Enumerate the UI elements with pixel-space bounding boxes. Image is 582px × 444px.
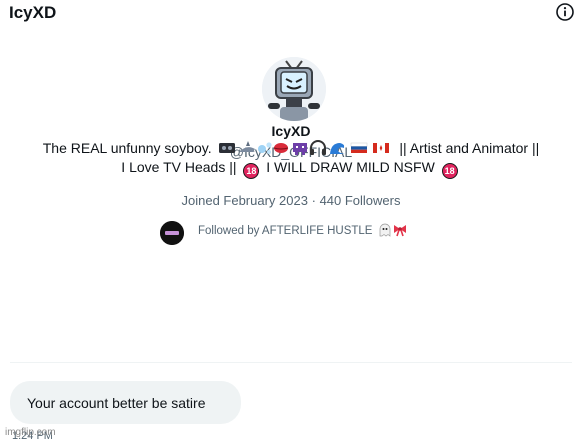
alien-monster-icon: [292, 143, 307, 155]
follower-avatar: [160, 221, 184, 245]
bio-line-2: I Love TV Heads || 18 I WILL DRAW MILD N…: [20, 158, 562, 179]
meta-separator: ·: [311, 193, 316, 208]
canada-flag-icon: [372, 143, 389, 153]
wave-icon: [329, 143, 345, 154]
bio-text: The REAL unfunny soyboy.: [42, 140, 212, 156]
profile-display-name[interactable]: IcyXD: [0, 123, 582, 139]
vhs-tape-icon: [218, 143, 235, 153]
profile-meta: Joined February 2023 · 440 Followers: [0, 193, 582, 208]
russia-flag-icon: [350, 142, 367, 153]
profile-avatar[interactable]: [262, 57, 326, 121]
section-divider: [10, 362, 572, 363]
ghost-icon: [379, 223, 391, 237]
joined-date: Joined February 2023: [181, 193, 308, 208]
conversation-header: IcyXD: [0, 0, 582, 26]
ghost-bow-emoji: [379, 223, 406, 237]
followers-count[interactable]: 440 Followers: [320, 193, 401, 208]
bio-text: I Love TV Heads ||: [121, 159, 237, 175]
shark-icon: [238, 141, 255, 152]
imgflip-watermark: imgflip.com: [5, 427, 56, 438]
info-circle-icon[interactable]: [555, 2, 575, 22]
message-bubble[interactable]: Your account better be satire: [10, 381, 241, 424]
followed-by-row[interactable]: Followed by AFTERLIFE HUSTLE: [160, 218, 440, 245]
headphones-icon: [309, 140, 326, 155]
eighteen-plus-icon: 18: [243, 163, 260, 179]
bio-line-1: The REAL unfunny soyboy. || Artist and A…: [20, 139, 562, 158]
conversation-title: IcyXD: [9, 3, 57, 22]
bio-text: || Artist and Animator ||: [399, 140, 540, 156]
profile-bio: The REAL unfunny soyboy. || Artist and A…: [20, 139, 562, 179]
tv-head-character-avatar: [262, 57, 326, 121]
kiss-mouth-icon: [273, 143, 288, 153]
eighteen-plus-icon: 18: [441, 163, 458, 179]
bio-emoji-row: [218, 140, 389, 155]
message-text: Your account better be satire: [27, 395, 206, 411]
bubbles-icon: [257, 142, 272, 154]
followed-by-text: Followed by AFTERLIFE HUSTLE: [198, 223, 408, 237]
bio-text: I WILL DRAW MILD NSFW: [266, 159, 435, 175]
ribbon-bow-icon: [393, 225, 406, 237]
